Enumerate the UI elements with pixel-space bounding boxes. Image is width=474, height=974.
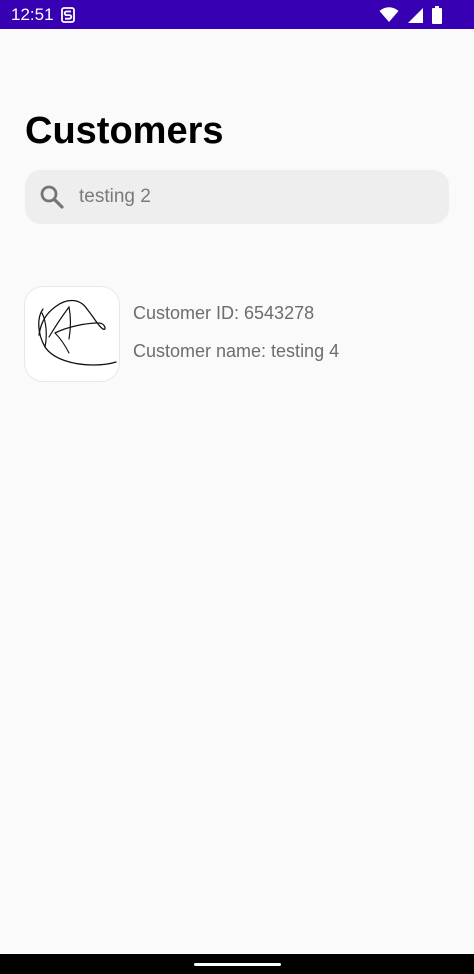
- wifi-icon: [379, 7, 399, 22]
- status-time: 12:51: [11, 5, 54, 24]
- page-title: Customers: [25, 110, 224, 152]
- customer-list-item[interactable]: Customer ID: 6543278 Customer name: test…: [25, 287, 449, 383]
- search-icon: [40, 185, 64, 209]
- s-notification-icon: [61, 7, 75, 23]
- customer-signature-image: [25, 287, 119, 381]
- status-bar: 12:51: [0, 0, 474, 29]
- navigation-bar: [0, 954, 474, 974]
- customer-name: Customer name: testing 4: [133, 341, 340, 361]
- status-icons: [379, 6, 442, 24]
- battery-icon: [432, 6, 442, 24]
- customer-id: Customer ID: 6543278: [133, 303, 315, 323]
- search-bar[interactable]: [25, 170, 449, 224]
- signature-image: [38, 299, 117, 366]
- search-input[interactable]: [79, 170, 429, 224]
- signal-icon: [408, 7, 423, 23]
- home-gesture-handle[interactable]: [194, 963, 281, 966]
